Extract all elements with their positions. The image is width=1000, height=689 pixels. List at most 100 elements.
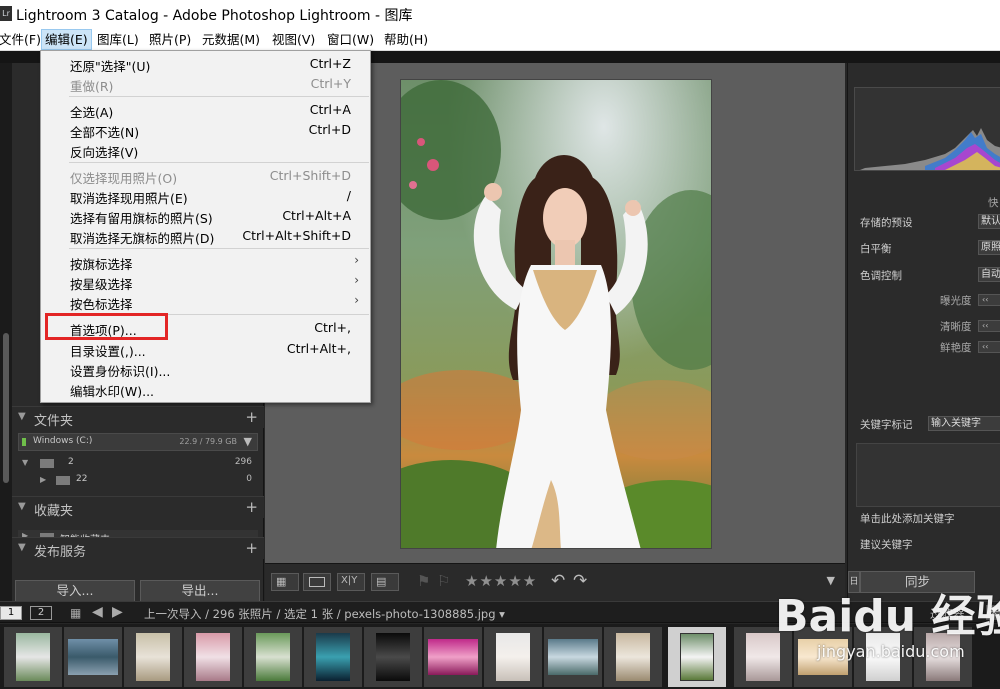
auto-tone-button[interactable]: 自动 [978, 267, 1000, 282]
export-button[interactable]: 导出... [140, 580, 260, 602]
filmstrip-thumbnail[interactable] [364, 627, 422, 687]
edit-menu-dropdown: 还原"选择"(U) Ctrl+Z 重做(R) Ctrl+Y 全选(A) Ctrl+A … [40, 50, 371, 403]
main-photo[interactable] [400, 79, 712, 549]
window-2-button[interactable]: 2 [30, 606, 52, 620]
collapse-triangle-icon[interactable]: ▼ [18, 411, 26, 422]
compare-view-button[interactable]: X|Y [337, 573, 365, 591]
source-path-breadcrumb[interactable]: 上一次导入 / 296 张照片 / 选定 1 张 / pexels-photo-… [144, 606, 505, 622]
filmstrip-thumbnail[interactable] [184, 627, 242, 687]
collapse-triangle-icon[interactable]: ▼ [18, 501, 26, 512]
watermark-logo-text: Baidu 经验 [775, 591, 1000, 642]
add-folder-icon[interactable]: + [245, 408, 258, 426]
expand-triangle-icon[interactable]: ▼ [22, 458, 28, 467]
menu-item-select-only-active[interactable]: 仅选择现用照片(O) Ctrl+Shift+D [42, 166, 369, 186]
menu-item-label: 目录设置(,)... [70, 344, 146, 359]
white-balance-select[interactable]: 原照 [978, 240, 1000, 255]
survey-view-button[interactable]: ▤ [371, 573, 399, 591]
filmstrip-thumbnail[interactable] [604, 627, 662, 687]
volume-name: Windows (C:) [33, 436, 93, 446]
menu-item-select-none[interactable]: 全部不选(N) Ctrl+D [42, 120, 369, 140]
menu-item-identity-plate[interactable]: 设置身份标识(I)... [42, 359, 369, 379]
menu-item-select-flagged[interactable]: 选择有留用旗标的照片(S) Ctrl+Alt+A [42, 206, 369, 226]
add-collection-icon[interactable]: + [245, 498, 258, 516]
menu-item-select-all[interactable]: 全选(A) Ctrl+A [42, 100, 369, 120]
compare-view-icon: X|Y [341, 575, 358, 586]
star-rating[interactable]: ★★★★★ [465, 572, 537, 590]
menu-photo[interactable]: 照片(P) [146, 29, 194, 50]
import-button[interactable]: 导入... [15, 580, 135, 602]
thumbnail-image [616, 633, 650, 681]
menu-metadata[interactable]: 元数据(M) [199, 29, 263, 50]
grid-icon[interactable]: ▦ [70, 606, 81, 620]
folder-count: 296 [234, 457, 252, 467]
menu-file[interactable]: 文件(F) [0, 29, 44, 50]
publish-services-header[interactable]: ▼ 发布服务 + [12, 537, 264, 560]
exposure-stepper[interactable]: ‹‹ [978, 294, 1000, 306]
collections-panel-header[interactable]: ▼ 收藏夹 + [12, 496, 264, 519]
thumbnail-image [680, 633, 714, 681]
menu-item-label: 选择有留用旗标的照片(S) [70, 211, 213, 226]
menu-item-deselect-active[interactable]: 取消选择现用照片(E) / [42, 186, 369, 206]
tone-control-label: 色调控制 [860, 270, 902, 282]
back-arrow-icon[interactable]: ◀ [92, 604, 103, 620]
filmstrip-thumbnail-selected[interactable] [668, 627, 726, 687]
filmstrip-thumbnail[interactable] [124, 627, 182, 687]
add-publish-service-icon[interactable]: + [245, 539, 258, 557]
volume-row[interactable]: Windows (C:) 22.9 / 79.9 GB ▼ [18, 433, 258, 451]
left-panel-scrollbar[interactable] [0, 63, 12, 601]
filmstrip-thumbnail[interactable] [304, 627, 362, 687]
menu-help[interactable]: 帮助(H) [381, 29, 431, 50]
flag-pick-icon[interactable]: ⚑ [417, 572, 430, 590]
filmstrip-thumbnail[interactable] [544, 627, 602, 687]
menu-item-catalog-settings[interactable]: 目录设置(,)... Ctrl+Alt+, [42, 339, 369, 359]
forward-arrow-icon[interactable]: ▶ [112, 604, 123, 620]
volume-dropdown-icon[interactable]: ▼ [244, 435, 252, 448]
filmstrip-thumbnail[interactable] [424, 627, 482, 687]
collapse-triangle-icon[interactable]: ▼ [18, 542, 26, 553]
flag-reject-icon[interactable]: ⚐ [437, 572, 450, 590]
loupe-view-button[interactable] [303, 573, 331, 591]
thumbnail-image [428, 639, 478, 675]
vibrance-stepper[interactable]: ‹‹ [978, 341, 1000, 353]
menu-view[interactable]: 视图(V) [269, 29, 318, 50]
clarity-stepper[interactable]: ‹‹ [978, 320, 1000, 332]
scrollbar-thumb[interactable] [3, 333, 9, 483]
menu-window[interactable]: 窗口(W) [324, 29, 377, 50]
annotation-highlight-box [45, 313, 168, 340]
menu-item-select-by-color[interactable]: 按色标选择 › [42, 292, 369, 312]
grid-view-button[interactable]: ▦ [271, 573, 299, 591]
rotate-left-icon[interactable]: ↶ [551, 571, 565, 591]
menu-item-invert-selection[interactable]: 反向选择(V) [42, 140, 369, 160]
menu-item-select-by-flag[interactable]: 按旗标选择 › [42, 252, 369, 272]
menu-item-shortcut: / [346, 188, 351, 203]
folder-row-22[interactable]: ▶ 22 0 [18, 473, 258, 489]
lightroom-app-icon[interactable]: Lr [0, 6, 12, 21]
filmstrip-thumbnail[interactable] [244, 627, 302, 687]
saved-preset-select[interactable]: 默认 [978, 214, 1000, 229]
menu-item-label: 还原"选择"(U) [70, 59, 151, 74]
menu-item-redo[interactable]: 重做(R) Ctrl+Y [42, 74, 369, 94]
rotate-right-icon[interactable]: ↷ [573, 571, 587, 591]
menu-item-label: 编辑水印(W)... [70, 384, 155, 399]
keyword-text-area[interactable] [856, 443, 1000, 507]
expand-triangle-icon[interactable]: ▶ [40, 475, 46, 484]
histogram[interactable] [854, 87, 1000, 171]
menu-edit[interactable]: 编辑(E) [41, 29, 92, 50]
window-1-button[interactable]: 1 [0, 606, 22, 620]
filmstrip-thumbnail[interactable] [4, 627, 62, 687]
folder-row-2[interactable]: ▼ 2 296 [18, 456, 258, 472]
filmstrip-thumbnail[interactable] [64, 627, 122, 687]
folders-panel-header[interactable]: ▼ 文件夹 + [12, 406, 264, 429]
folders-header-label: 文件夹 [34, 414, 74, 429]
menu-item-edit-watermarks[interactable]: 编辑水印(W)... [42, 379, 369, 399]
menu-item-undo[interactable]: 还原"选择"(U) Ctrl+Z [42, 54, 369, 74]
menu-item-shortcut: Ctrl+Alt+, [286, 341, 351, 356]
submenu-arrow-icon: › [354, 253, 359, 267]
keyword-entry-select[interactable]: 输入关键字 [928, 416, 1000, 431]
menu-item-shortcut: Ctrl+Alt+A [282, 208, 351, 223]
menu-item-deselect-unflagged[interactable]: 取消选择无旗标的照片(D) Ctrl+Alt+Shift+D [42, 226, 369, 246]
add-keyword-hint[interactable]: 单击此处添加关键字 [860, 511, 955, 526]
filmstrip-thumbnail[interactable] [484, 627, 542, 687]
menu-item-select-by-rating[interactable]: 按星级选择 › [42, 272, 369, 292]
menu-library[interactable]: 图库(L) [94, 29, 142, 50]
